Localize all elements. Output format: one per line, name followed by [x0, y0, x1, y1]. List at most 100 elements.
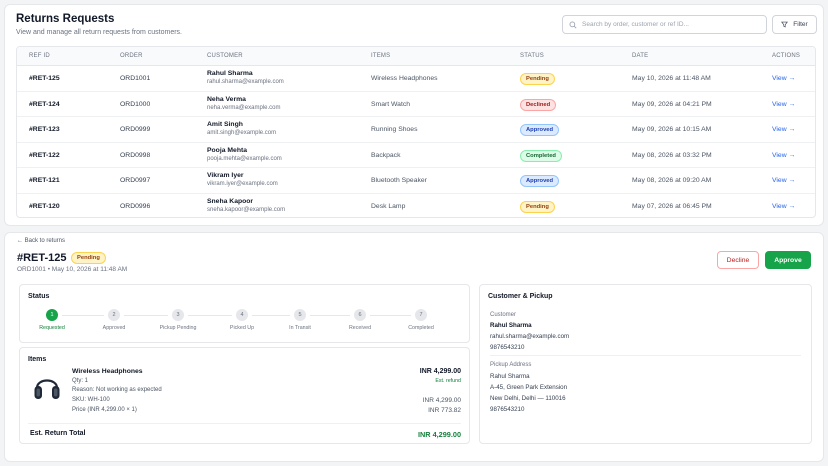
- view-link[interactable]: View →: [772, 152, 795, 159]
- table-row[interactable]: #RET-125 ORD1001 Rahul Sharma rahul.sharma@…: [17, 66, 815, 92]
- total-label: Est. Return Total: [30, 430, 86, 437]
- row-customer-name: Rahul Sharma: [207, 70, 253, 77]
- price-line-1: INR 4,299.00: [422, 397, 461, 404]
- row-customer-email: neha.verma@example.com: [207, 104, 281, 111]
- row-item: Smart Watch: [371, 100, 411, 108]
- row-ref-id: #RET-122: [29, 151, 60, 159]
- table-body: #RET-125 ORD1001 Rahul Sharma rahul.sharma@…: [17, 66, 815, 218]
- row-customer-name: Amit Singh: [207, 121, 243, 128]
- customer-label: Customer: [490, 312, 517, 318]
- approve-button[interactable]: Approve: [765, 251, 811, 269]
- status-badge: Completed: [520, 149, 562, 162]
- row-order: ORD1001: [120, 75, 151, 82]
- detail-status-badge: Pending: [71, 252, 106, 264]
- customer-phone: 9876543210: [490, 344, 525, 351]
- row-ref-id: #RET-120: [29, 202, 60, 210]
- step-label: Received: [348, 325, 372, 331]
- product-qty: Qty: 1: [72, 378, 89, 384]
- table-row[interactable]: #RET-122 ORD0998 Pooja Mehta pooja.mehta@ex…: [17, 143, 815, 168]
- row-item: Wireless Headphones: [371, 75, 438, 82]
- customer-pickup-title: Customer & Pickup: [488, 293, 553, 300]
- row-status: Pending: [520, 200, 555, 213]
- items-divider: [28, 423, 461, 424]
- table-row[interactable]: #RET-123 ORD0999 Amit Singh amit.singh@exam…: [17, 117, 815, 143]
- view-link[interactable]: View →: [772, 101, 795, 108]
- view-link[interactable]: View →: [772, 126, 795, 133]
- row-customer: Neha Verma neha.verma@example.com: [207, 96, 280, 111]
- search-box[interactable]: [562, 15, 767, 34]
- row-order: ORD0998: [120, 151, 151, 159]
- row-order: ORD0996: [120, 202, 151, 210]
- items-card: Items Wireless Headphones Qty: 1 Reason:…: [19, 347, 470, 444]
- row-customer: Vikram Iyer vikram.iyer@example.com: [207, 172, 278, 187]
- product-amount: INR 4,299.00: [419, 368, 461, 375]
- status-title: Status: [28, 293, 50, 300]
- row-ref-id: #RET-121: [29, 177, 60, 184]
- row-order: ORD1000: [120, 100, 151, 108]
- row-date: May 08, 2026 at 09:20 AM: [632, 177, 712, 184]
- row-date: May 10, 2026 at 11:48 AM: [632, 75, 711, 82]
- row-customer-email: vikram.iyer@example.com: [207, 181, 278, 187]
- page-subtitle: View and manage all return requests from…: [16, 29, 183, 36]
- row-customer: Sneha Kapoor sneha.kapoor@example.com: [207, 198, 285, 213]
- row-ref-id: #RET-123: [29, 126, 60, 133]
- row-customer-name: Pooja Mehta: [207, 146, 248, 154]
- col-order: ORDER: [120, 53, 143, 59]
- total-value: INR 4,299.00: [418, 430, 461, 439]
- row-item: Bluetooth Speaker: [371, 177, 427, 184]
- status-step: 2 Approved: [84, 309, 144, 331]
- row-customer: Amit Singh amit.singh@example.com: [207, 121, 276, 136]
- step-label: In Transit: [289, 325, 311, 331]
- returns-table: REF ID ORDER CUSTOMER ITEMS STATUS DATE …: [16, 46, 816, 218]
- customer-pickup-card: Customer & Pickup Customer Rahul Sharma …: [479, 284, 812, 444]
- step-number: 4: [236, 309, 248, 321]
- search-icon: [569, 21, 577, 29]
- row-customer-email: sneha.kapoor@example.com: [207, 206, 286, 213]
- row-customer-email: pooja.mehta@example.com: [207, 155, 282, 162]
- product-reason: Reason: Not working as expected: [72, 387, 162, 393]
- pickup-line-1: A-45, Green Park Extension: [490, 384, 568, 391]
- row-customer: Rahul Sharma rahul.sharma@example.com: [207, 70, 284, 85]
- product-price: Price (INR 4,299.00 × 1): [72, 407, 137, 413]
- view-link[interactable]: View →: [772, 177, 795, 184]
- row-date: May 09, 2026 at 10:15 AM: [632, 126, 712, 133]
- row-status: Declined: [520, 98, 557, 111]
- row-status: Approved: [520, 175, 560, 187]
- status-badge: Pending: [520, 200, 555, 213]
- col-customer: CUSTOMER: [207, 53, 243, 59]
- table-header: REF ID ORDER CUSTOMER ITEMS STATUS DATE …: [17, 47, 815, 66]
- col-date: DATE: [632, 53, 649, 59]
- col-actions: ACTIONS: [772, 53, 801, 59]
- row-customer-email: amit.singh@example.com: [207, 130, 277, 136]
- row-status: Pending: [520, 73, 555, 85]
- row-order: ORD0997: [120, 177, 151, 184]
- status-step: 3 Pickup Pending: [148, 309, 208, 331]
- search-input[interactable]: [582, 21, 762, 28]
- filter-icon: [781, 21, 789, 28]
- step-label: Requested: [39, 325, 65, 331]
- status-step: 7 Completed: [391, 309, 451, 331]
- pickup-line-2: New Delhi, Delhi — 110016: [490, 395, 566, 402]
- back-to-returns-link[interactable]: ← Back to returns: [17, 238, 65, 244]
- view-link[interactable]: View →: [772, 75, 795, 82]
- view-link[interactable]: View →: [772, 203, 795, 210]
- row-ref-id: #RET-124: [29, 100, 60, 108]
- row-customer-name: Vikram Iyer: [207, 172, 244, 179]
- table-row[interactable]: #RET-120 ORD0996 Sneha Kapoor sneha.kapoor@…: [17, 194, 815, 218]
- row-customer-name: Neha Verma: [207, 95, 246, 103]
- table-row[interactable]: #RET-124 ORD1000 Neha Verma neha.verma@exam…: [17, 92, 815, 117]
- step-number: 6: [354, 309, 366, 321]
- page-title: Returns Requests: [16, 13, 115, 25]
- refund-note: Est. refund: [435, 378, 461, 384]
- customer-email: rahul.sharma@example.com: [490, 333, 570, 340]
- row-date: May 08, 2026 at 03:32 PM: [632, 151, 712, 159]
- decline-button[interactable]: Decline: [717, 251, 759, 269]
- table-row[interactable]: #RET-121 ORD0997 Vikram Iyer vikram.iyer@ex…: [17, 168, 815, 194]
- row-item: Backpack: [371, 151, 401, 159]
- detail-ref-id: #RET-125: [17, 252, 67, 264]
- status-step: 4 Picked Up: [212, 309, 272, 331]
- headphones-icon: [34, 379, 60, 399]
- step-number: 2: [108, 309, 120, 321]
- status-badge: Approved: [520, 124, 560, 136]
- filter-button[interactable]: Filter: [772, 15, 817, 34]
